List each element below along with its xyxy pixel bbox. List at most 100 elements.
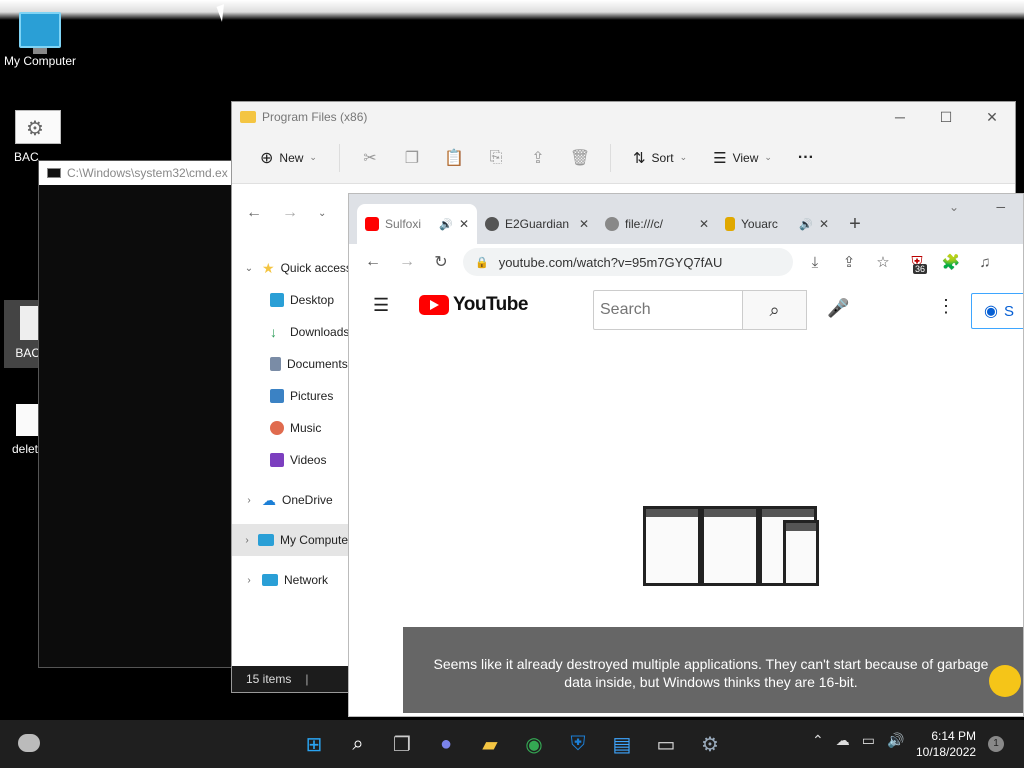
tab-search-chevron-icon[interactable]: ⌄: [949, 200, 959, 214]
tab-close-icon[interactable]: ✕: [819, 217, 829, 231]
rename-icon[interactable]: ⎘: [478, 149, 514, 167]
install-icon[interactable]: ⤓: [803, 254, 827, 271]
minimize-button[interactable]: ─: [877, 102, 923, 132]
tree-item-label: OneDrive: [282, 493, 333, 507]
new-tab-button[interactable]: +: [837, 204, 873, 244]
teams-chat-icon[interactable]: ●: [430, 728, 462, 760]
tab-youare[interactable]: Youarc 🔊 ✕: [717, 204, 837, 244]
desktop-icon-bat-2[interactable]: BAC: [4, 300, 40, 368]
view-button[interactable]: ☰ View ⌄: [703, 143, 782, 173]
tree-item-music[interactable]: Music: [232, 412, 352, 444]
tree-item-my-computer[interactable]: › My Computer: [232, 524, 352, 556]
minimize-button[interactable]: ─: [996, 200, 1005, 214]
start-windows-icon[interactable]: ⊞: [298, 728, 330, 760]
forward-arrow-icon[interactable]: →: [282, 204, 298, 222]
more-vertical-icon[interactable]: ⋮: [937, 296, 955, 317]
glitched-window: [643, 506, 701, 586]
folder-icon: [240, 111, 256, 123]
sort-button[interactable]: ⇅ Sort ⌄: [623, 143, 697, 173]
tree-item-label: Pictures: [290, 389, 334, 403]
desktop-icon-my-computer[interactable]: My Computer: [2, 12, 78, 68]
chevron-up-icon[interactable]: ⌃: [812, 732, 824, 749]
desktop-icon-bat-1[interactable]: ⚙ BAC: [14, 110, 62, 164]
new-button[interactable]: ⊕ New ⌄: [250, 142, 327, 174]
search-input[interactable]: [593, 290, 743, 330]
delete-icon[interactable]: 🗑: [562, 148, 598, 168]
youtube-logo[interactable]: YouTube: [419, 294, 528, 316]
copy-icon[interactable]: ❐: [394, 148, 430, 168]
defender-shield-icon[interactable]: ⛨: [562, 728, 594, 760]
hamburger-menu-icon[interactable]: ☰: [373, 295, 393, 316]
cut-icon[interactable]: ✂: [352, 148, 388, 168]
tab-title: Youarc: [741, 217, 778, 231]
tab-close-icon[interactable]: ✕: [579, 217, 589, 231]
tree-item-label: My Computer: [279, 533, 352, 547]
clock[interactable]: 6:14 PM 10/18/2022: [916, 728, 976, 760]
network-icon[interactable]: ▭: [862, 732, 875, 749]
volume-icon[interactable]: 🔊: [887, 732, 904, 749]
explorer-title: Program Files (x86): [262, 110, 368, 124]
tab-youtube[interactable]: Sulfoxi 🔊 ✕: [357, 204, 477, 244]
more-options-icon[interactable]: ···: [788, 149, 824, 167]
omnibar: ← → ↻ 🔒 youtube.com/watch?v=95m7GYQ7fAU …: [349, 244, 1023, 280]
tab-close-icon[interactable]: ✕: [459, 217, 469, 231]
terminal-icon[interactable]: ▭: [650, 728, 682, 760]
share-icon[interactable]: ⇪: [837, 253, 861, 271]
chrome-window[interactable]: Sulfoxi 🔊 ✕ E2Guardian ✕ file:///c/ ✕ Yo…: [348, 193, 1024, 717]
notification-badge[interactable]: 1: [988, 736, 1004, 752]
file-explorer-icon[interactable]: ▰: [474, 728, 506, 760]
microphone-icon[interactable]: 🎤: [827, 298, 849, 319]
recent-chevron-icon[interactable]: ⌄: [318, 208, 326, 219]
tree-item-network[interactable]: › Network: [232, 564, 352, 596]
video-icon: [270, 453, 284, 467]
desktop-icon-delete[interactable]: delet: [10, 404, 40, 456]
speaker-icon[interactable]: 🔊: [799, 218, 813, 231]
emoji-face-icon: [989, 665, 1021, 697]
maximize-button[interactable]: ☐: [923, 102, 969, 132]
tree-item-videos[interactable]: Videos: [232, 444, 352, 476]
desktop-icon-label: My Computer: [3, 54, 77, 68]
tree-item-downloads[interactable]: ↓ Downloads: [232, 316, 352, 348]
settings-gear-icon[interactable]: ⚙: [694, 728, 726, 760]
youtube-header: ☰ YouTube ⌕ 🎤 ⋮ ◉ S: [349, 280, 1023, 330]
task-view-icon[interactable]: ❐: [386, 728, 418, 760]
close-button[interactable]: ✕: [969, 102, 1015, 132]
address-bar[interactable]: 🔒 youtube.com/watch?v=95m7GYQ7fAU: [463, 248, 793, 276]
tab-e2guardian[interactable]: E2Guardian ✕: [477, 204, 597, 244]
tree-item-quick-access[interactable]: ⌄ ★ Quick access: [232, 252, 352, 284]
search-icon[interactable]: ⌕: [342, 728, 374, 760]
glitched-windows: [643, 506, 821, 588]
puzzle-extensions-icon[interactable]: 🧩: [939, 253, 963, 271]
sign-in-button[interactable]: ◉ S: [971, 293, 1023, 329]
reload-icon[interactable]: ↻: [429, 252, 453, 272]
tree-item-documents[interactable]: Documents: [232, 348, 352, 380]
desktop-icon-label: delet: [11, 442, 39, 456]
bookmark-favicon-icon: [725, 217, 735, 231]
search-button[interactable]: ⌕: [743, 290, 807, 330]
navigation-pane: ⌄ ★ Quick access Desktop ↓ Downloads Doc…: [232, 252, 352, 596]
explorer-title-bar[interactable]: Program Files (x86) ─ ☐ ✕: [232, 102, 1015, 132]
media-controls-icon[interactable]: ♫: [973, 254, 997, 271]
tab-close-icon[interactable]: ✕: [699, 217, 709, 231]
tree-item-onedrive[interactable]: › ☁ OneDrive: [232, 484, 352, 516]
onedrive-off-icon[interactable]: ☁: [836, 732, 850, 749]
bookmark-star-icon[interactable]: ☆: [871, 253, 895, 271]
ublock-extension-icon[interactable]: ⛨ 36: [905, 254, 929, 274]
forward-arrow-icon[interactable]: →: [395, 253, 419, 271]
back-arrow-icon[interactable]: ←: [246, 204, 262, 222]
paste-icon[interactable]: 📋: [436, 148, 472, 168]
tree-item-desktop[interactable]: Desktop: [232, 284, 352, 316]
video-player[interactable]: Seems like it already destroyed multiple…: [403, 351, 1023, 713]
tree-item-pictures[interactable]: Pictures: [232, 380, 352, 412]
tab-file[interactable]: file:///c/ ✕: [597, 204, 717, 244]
share-icon[interactable]: ⇪: [520, 148, 556, 168]
speaker-icon[interactable]: 🔊: [439, 218, 453, 231]
chrome-icon[interactable]: ◉: [518, 728, 550, 760]
back-arrow-icon[interactable]: ←: [361, 253, 385, 271]
cmd-window[interactable]: C:\Windows\system32\cmd.ex: [38, 160, 238, 668]
cmd-title-bar[interactable]: C:\Windows\system32\cmd.ex: [39, 161, 237, 185]
notepad-icon[interactable]: ▤: [606, 728, 638, 760]
network-icon: [262, 574, 278, 586]
weather-icon[interactable]: [18, 734, 40, 752]
plus-circle-icon: ⊕: [260, 149, 274, 167]
